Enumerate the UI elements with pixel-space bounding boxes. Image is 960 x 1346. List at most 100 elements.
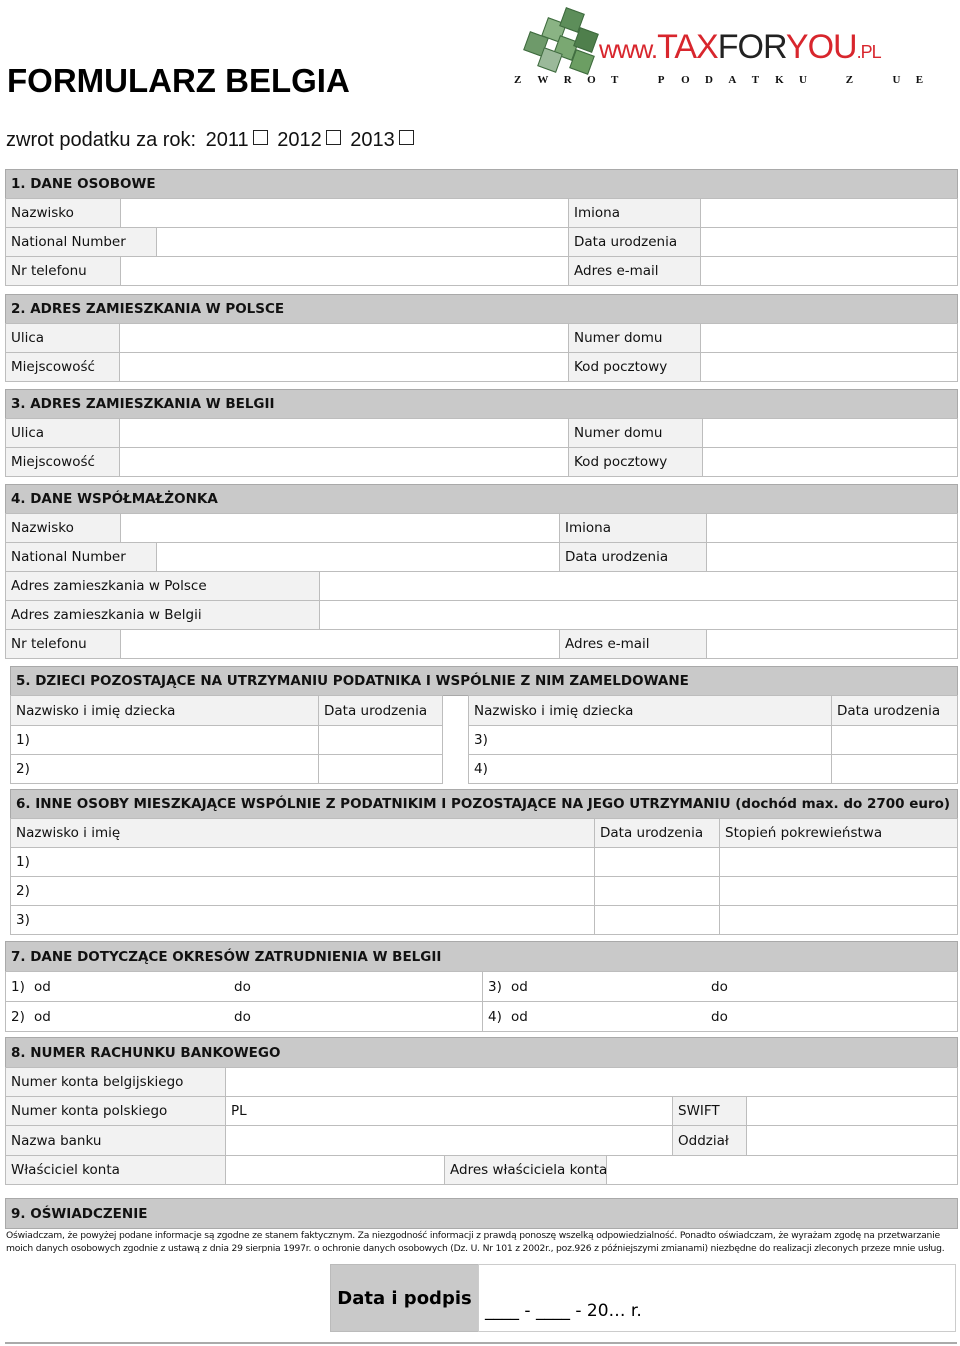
spouse-label-tel: Nr telefonu (5, 629, 121, 659)
child-name-input[interactable]: 1) (10, 725, 319, 755)
year-2013-label: 2013 (350, 129, 395, 151)
dependent-name-input[interactable]: 2) (10, 876, 595, 906)
dependent-relation-input[interactable] (719, 905, 958, 935)
label-ulica: Ulica (5, 323, 120, 353)
input-kod[interactable] (702, 447, 958, 477)
spouse-input-nazwisko[interactable] (120, 513, 560, 543)
label-miejsc: Miejscowość (5, 447, 120, 477)
spouse-label-imiona: Imiona (559, 513, 707, 543)
employment-period-row[interactable]: 4) od do (482, 1001, 958, 1032)
label-nazwisko: Nazwisko (5, 198, 121, 228)
child-name-input[interactable]: 4) (468, 754, 832, 784)
dependent-name-header: Nazwisko i imię (10, 818, 595, 848)
spouse-input-email[interactable] (706, 629, 958, 659)
s2-header: 2. ADRES ZAMIESZKANIA W POLSCE (5, 294, 958, 324)
child-date-input[interactable] (318, 725, 443, 755)
input-imiona[interactable] (700, 198, 958, 228)
input-polish-account[interactable]: PL (225, 1096, 673, 1126)
spouse-input-adr_pl[interactable] (319, 571, 958, 601)
employment-period-row[interactable]: 3) od do (482, 971, 958, 1002)
year-2012-label: 2012 (277, 129, 322, 151)
dependent-relation-input[interactable] (719, 847, 958, 877)
spouse-input-data_ur[interactable] (706, 542, 958, 572)
label-miejsc: Miejscowość (5, 352, 120, 382)
label-branch: Oddział (672, 1125, 747, 1156)
section-6-header: 6. INNE OSOBY MIESZKAJĄCE WSPÓLNIE Z POD… (10, 789, 958, 819)
spouse-input-adr_be[interactable] (319, 600, 958, 630)
label-kod: Kod pocztowy (568, 352, 701, 382)
label-belgian-account: Numer konta belgijskiego (5, 1067, 226, 1097)
input-data_ur[interactable] (700, 227, 958, 257)
section-8-header: 8. NUMER RACHUNKU BANKOWEGO (5, 1037, 958, 1068)
spouse-label-national: National Number (5, 542, 157, 572)
label-numer: Numer domu (568, 418, 703, 448)
to-label: do (234, 978, 251, 995)
dependent-date-input[interactable] (594, 876, 720, 906)
s3-header: 3. ADRES ZAMIESZKANIA W BELGII (5, 389, 958, 419)
label-polish-account: Numer konta polskiego (5, 1096, 226, 1126)
input-owner-address[interactable] (606, 1155, 958, 1185)
input-kod[interactable] (700, 352, 958, 382)
input-bank-name[interactable] (225, 1125, 673, 1156)
input-numer[interactable] (700, 323, 958, 353)
signature-field[interactable]: ____ - ____ - 20… r. (478, 1264, 956, 1332)
child-date-input[interactable] (831, 754, 958, 784)
dependent-date-input[interactable] (594, 905, 720, 935)
input-email[interactable] (700, 256, 958, 286)
section-7-header: 7. DANE DOTYCZĄCE OKRESÓW ZATRUDNIENIA W… (5, 941, 958, 972)
spouse-input-tel[interactable] (120, 629, 560, 659)
section-4-header: 4. DANE WSPÓŁMAŁŻONKA (5, 484, 958, 514)
dependent-date-input[interactable] (594, 847, 720, 877)
label-swift: SWIFT (672, 1096, 747, 1126)
spouse-label-nazwisko: Nazwisko (5, 513, 121, 543)
spouse-input-national[interactable] (156, 542, 560, 572)
from-label: od (511, 1008, 528, 1025)
year-2011-checkbox[interactable] (252, 130, 268, 145)
input-branch[interactable] (746, 1125, 958, 1156)
employment-period-row[interactable]: 1) od do (5, 971, 483, 1002)
label-email: Adres e-mail (568, 256, 701, 286)
input-miejsc[interactable] (119, 352, 569, 382)
spouse-label-email: Adres e-mail (559, 629, 707, 659)
spouse-label-adr_be: Adres zamieszkania w Belgii (5, 600, 320, 630)
spouse-input-imiona[interactable] (706, 513, 958, 543)
input-tel[interactable] (120, 256, 569, 286)
year-2013-checkbox[interactable] (398, 130, 414, 145)
section-1-header: 1. DANE OSOBOWE (5, 169, 958, 199)
dependent-name-input[interactable]: 1) (10, 847, 595, 877)
child-date-input[interactable] (831, 725, 958, 755)
employment-period-row[interactable]: 2) od do (5, 1001, 483, 1032)
label-national: National Number (5, 227, 157, 257)
input-belgian-account[interactable] (225, 1067, 958, 1097)
input-ulica[interactable] (119, 323, 569, 353)
child-name-input[interactable]: 3) (468, 725, 832, 755)
label-owner-address: Adres właściciela konta (444, 1155, 607, 1185)
input-miejsc[interactable] (119, 447, 569, 477)
row-number: 1) (11, 978, 25, 995)
input-national[interactable] (156, 227, 569, 257)
input-numer[interactable] (702, 418, 958, 448)
label-bank-name: Nazwa banku (5, 1125, 226, 1156)
declaration-text: Oświadczam, że powyżej podane informacje… (6, 1230, 945, 1254)
to-label: do (234, 1008, 251, 1025)
row-number: 4) (488, 1008, 502, 1025)
input-ulica[interactable] (119, 418, 569, 448)
input-swift[interactable] (746, 1096, 958, 1126)
from-label: od (34, 978, 51, 995)
to-label: do (711, 1008, 728, 1025)
child-date-header: Data urodzenia (831, 695, 958, 726)
year-2012-checkbox[interactable] (325, 130, 341, 145)
page-title: FORMULARZ BELGIA (7, 62, 350, 99)
input-account-owner[interactable] (225, 1155, 445, 1185)
dependent-date-header: Data urodzenia (594, 818, 720, 848)
dependent-relation-input[interactable] (719, 876, 958, 906)
dependent-name-input[interactable]: 3) (10, 905, 595, 935)
child-name-header: Nazwisko i imię dziecka (10, 695, 319, 726)
input-nazwisko[interactable] (120, 198, 569, 228)
label-imiona: Imiona (568, 198, 701, 228)
child-date-input[interactable] (318, 754, 443, 784)
child-name-input[interactable]: 2) (10, 754, 319, 784)
to-label: do (711, 978, 728, 995)
label-tel: Nr telefonu (5, 256, 121, 286)
divider (5, 1342, 957, 1344)
